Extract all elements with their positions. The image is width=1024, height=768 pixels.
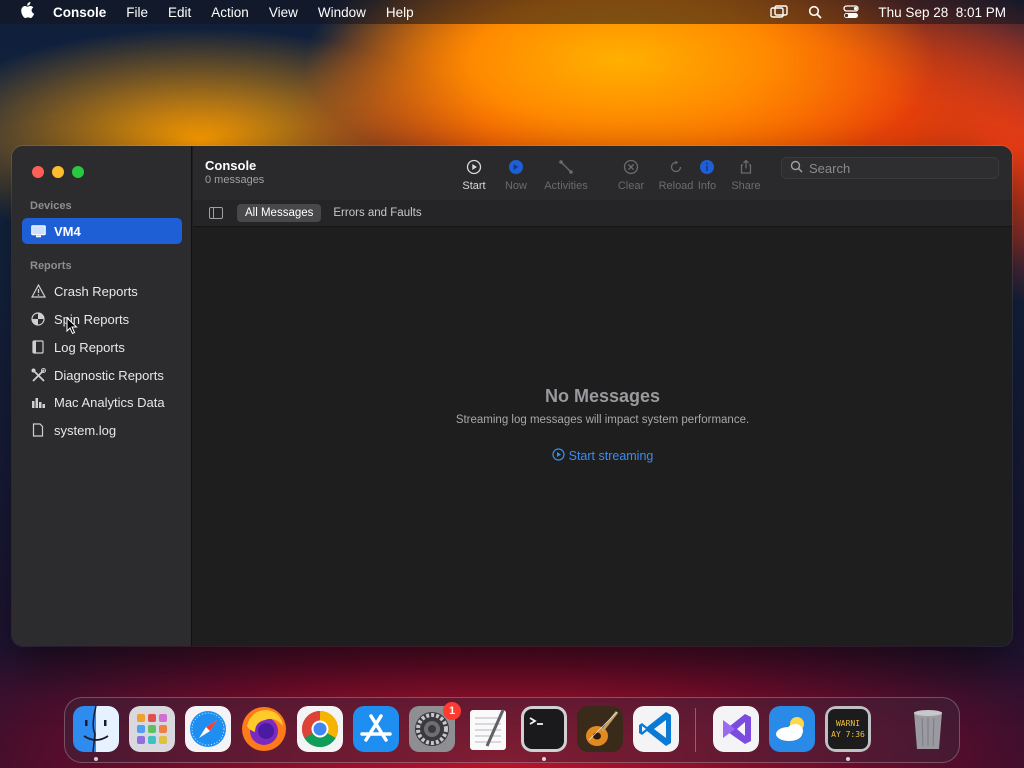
sidebar-item-vm4[interactable]: VM4: [22, 218, 182, 244]
start-label: Start: [462, 180, 486, 192]
sidebar-toggle-icon[interactable]: [209, 207, 223, 219]
apple-menu-icon[interactable]: [18, 2, 36, 22]
filter-all-messages[interactable]: All Messages: [237, 204, 322, 222]
dock-console-icon[interactable]: WARNI AY 7:36: [825, 706, 871, 752]
filter-bar: All Messages Errors and Faults: [193, 200, 1012, 227]
log-icon: [30, 339, 46, 355]
dock-system-settings-icon[interactable]: 1: [409, 702, 461, 752]
window-controls: [32, 166, 84, 178]
sidebar-item-mac-analytics-data[interactable]: Mac Analytics Data: [22, 389, 182, 415]
dock-terminal-icon[interactable]: [521, 706, 567, 752]
sidebar-devices-header: Devices: [30, 200, 72, 212]
sidebar-item-crash-reports[interactable]: Crash Reports: [22, 278, 182, 304]
dock-trash-icon[interactable]: [905, 706, 951, 752]
search-field[interactable]: [781, 157, 999, 179]
dock-firefox-icon[interactable]: [241, 706, 287, 752]
empty-state-subtitle: Streaming log messages will impact syste…: [455, 414, 750, 426]
dock-safari-icon[interactable]: [185, 706, 231, 752]
tools-icon: [30, 367, 46, 383]
dock-weather-icon[interactable]: [769, 706, 815, 752]
menu-view[interactable]: View: [269, 5, 298, 20]
dock-app-store-icon[interactable]: [353, 706, 399, 752]
activities-label: Activities: [544, 180, 588, 192]
start-streaming-label: Start streaming: [568, 449, 654, 463]
sidebar: Devices VM4 Reports Crash Reports Spin R…: [12, 146, 192, 646]
warning-icon: [30, 283, 46, 299]
svg-text:AY 7:36: AY 7:36: [831, 730, 865, 739]
dock-chrome-icon[interactable]: [297, 706, 343, 752]
toolbar: Console 0 messages Start Now Activities: [193, 146, 1012, 200]
clear-label: Clear: [617, 180, 645, 192]
dock-garageband-icon[interactable]: [577, 706, 623, 752]
screen-mirroring-icon[interactable]: [770, 5, 789, 19]
menu-edit[interactable]: Edit: [168, 5, 191, 20]
zoom-button[interactable]: [72, 166, 84, 178]
file-icon: [30, 422, 46, 438]
sidebar-item-label: Mac Analytics Data: [54, 394, 165, 410]
spotlight-search-icon[interactable]: [806, 5, 824, 19]
filter-errors-and-faults[interactable]: Errors and Faults: [325, 204, 429, 222]
main-pane: Console 0 messages Start Now Activities: [193, 146, 1012, 646]
dock-finder-icon[interactable]: [73, 706, 119, 752]
start-streaming-link[interactable]: Start streaming: [193, 448, 1012, 464]
chart-icon: [30, 394, 46, 410]
dock-separator: [695, 708, 696, 752]
menu-app-name[interactable]: Console: [53, 5, 106, 20]
finder-running-indicator: [94, 757, 98, 761]
share-label: Share: [731, 180, 761, 192]
sidebar-item-diagnostic-reports[interactable]: Diagnostic Reports: [22, 362, 182, 388]
search-icon: [790, 160, 803, 176]
sidebar-item-label: Log Reports: [54, 339, 125, 355]
share-button[interactable]: Share: [716, 158, 776, 192]
play-circle-icon: [552, 448, 565, 464]
dock-textedit-icon[interactable]: [465, 706, 511, 752]
activities-button[interactable]: Activities: [536, 158, 596, 192]
sidebar-item-label: Diagnostic Reports: [54, 367, 164, 383]
dock-visual-studio-icon[interactable]: [713, 706, 759, 752]
control-center-icon[interactable]: [842, 5, 860, 19]
menubar-clock[interactable]: Thu Sep 28 8:01 PM: [878, 5, 1006, 20]
menu-action[interactable]: Action: [211, 5, 249, 20]
sidebar-reports-header: Reports: [30, 260, 72, 272]
sidebar-item-system-log[interactable]: system.log: [22, 417, 182, 443]
sidebar-item-label: Crash Reports: [54, 283, 138, 299]
mouse-cursor-icon: [66, 316, 78, 340]
svg-text:WARNI: WARNI: [836, 719, 860, 728]
menu-file[interactable]: File: [126, 5, 148, 20]
info-label: Info: [697, 180, 717, 192]
search-input[interactable]: [809, 160, 989, 176]
menu-bar: Console File Edit Action View Window Hel…: [0, 0, 1024, 24]
dock-launchpad-icon[interactable]: [129, 706, 175, 752]
close-button[interactable]: [32, 166, 44, 178]
terminal-running-indicator: [542, 757, 546, 761]
sidebar-item-spin-reports[interactable]: Spin Reports: [22, 306, 182, 332]
message-count: 0 messages: [205, 174, 265, 186]
minimize-button[interactable]: [52, 166, 64, 178]
empty-state-title: No Messages: [544, 386, 661, 406]
share-icon: [716, 158, 776, 176]
spin-icon: [30, 311, 46, 327]
settings-notification-badge: 1: [443, 702, 461, 720]
monitor-icon: [30, 223, 46, 239]
now-label: Now: [504, 180, 527, 192]
console-window: Devices VM4 Reports Crash Reports Spin R…: [12, 146, 1012, 646]
sidebar-item-label: VM4: [54, 223, 81, 239]
sidebar-item-log-reports[interactable]: Log Reports: [22, 334, 182, 360]
dock-vscode-icon[interactable]: [633, 706, 679, 752]
menu-window[interactable]: Window: [318, 5, 366, 20]
menu-help[interactable]: Help: [386, 5, 414, 20]
window-title: Console: [205, 158, 257, 173]
console-running-indicator: [846, 757, 850, 761]
sidebar-item-label: system.log: [54, 422, 117, 438]
activities-icon: [536, 158, 596, 176]
dock: 1 WARNI AY 7:36: [64, 697, 960, 763]
